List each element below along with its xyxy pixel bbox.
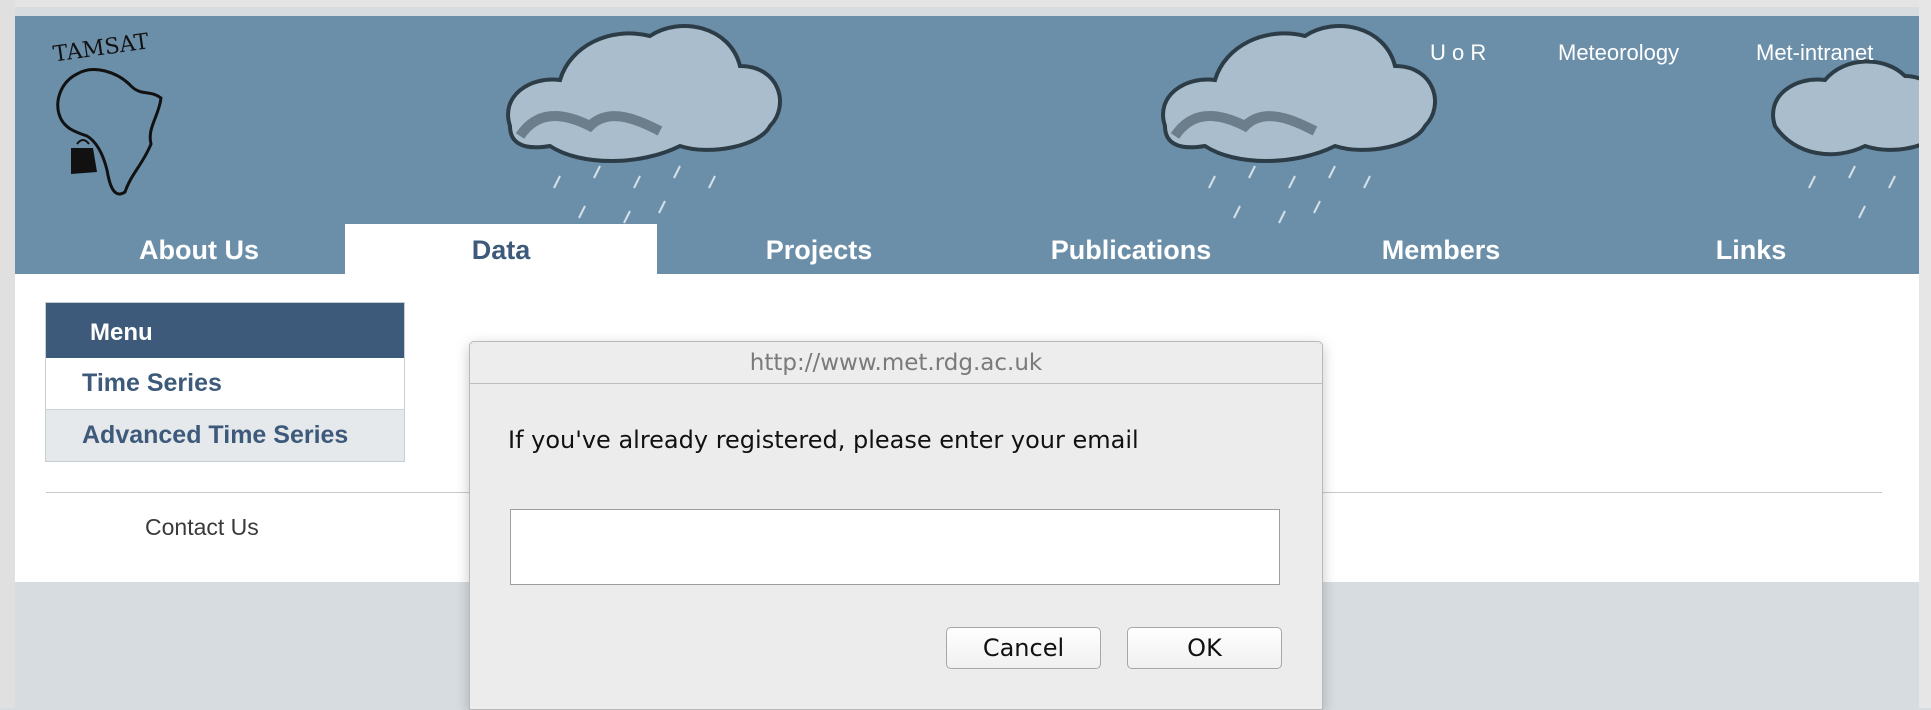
- menu-item-time-series[interactable]: Time Series: [46, 358, 404, 409]
- email-input[interactable]: [510, 509, 1280, 585]
- tab-projects[interactable]: Projects: [663, 224, 975, 274]
- dialog-title: http://www.met.rdg.ac.uk: [470, 342, 1322, 384]
- menu-item-advanced-time-series[interactable]: Advanced Time Series: [46, 409, 404, 461]
- top-link-uor[interactable]: U o R: [1430, 40, 1486, 66]
- dialog-message: If you've already registered, please ent…: [508, 426, 1139, 454]
- site-header-banner: TAMSAT U o R Meteorology Met-intranet Ab…: [15, 16, 1919, 274]
- sidebar-menu: Menu Time Series Advanced Time Series: [45, 302, 405, 462]
- menu-header: Menu: [46, 303, 404, 358]
- logo-text: TAMSAT: [52, 29, 151, 67]
- tab-publications[interactable]: Publications: [975, 224, 1287, 274]
- tab-about-us[interactable]: About Us: [43, 224, 355, 274]
- contact-us-link[interactable]: Contact Us: [145, 514, 259, 541]
- tab-links[interactable]: Links: [1595, 224, 1907, 274]
- window-top-strip: [0, 0, 1931, 7]
- tamsat-logo[interactable]: TAMSAT: [33, 24, 183, 214]
- tab-members[interactable]: Members: [1285, 224, 1597, 274]
- tab-data[interactable]: Data: [345, 224, 657, 274]
- email-prompt-dialog: http://www.met.rdg.ac.uk If you've alrea…: [469, 341, 1323, 710]
- cloud-icon: [506, 24, 782, 224]
- window-right-strip: [1919, 0, 1931, 708]
- cancel-button[interactable]: Cancel: [946, 627, 1101, 669]
- top-link-meteorology[interactable]: Meteorology: [1558, 40, 1679, 66]
- top-link-met-intranet[interactable]: Met-intranet: [1756, 40, 1873, 66]
- ok-button[interactable]: OK: [1127, 627, 1282, 669]
- window-left-strip: [0, 0, 15, 708]
- cloud-icon: [1161, 24, 1437, 224]
